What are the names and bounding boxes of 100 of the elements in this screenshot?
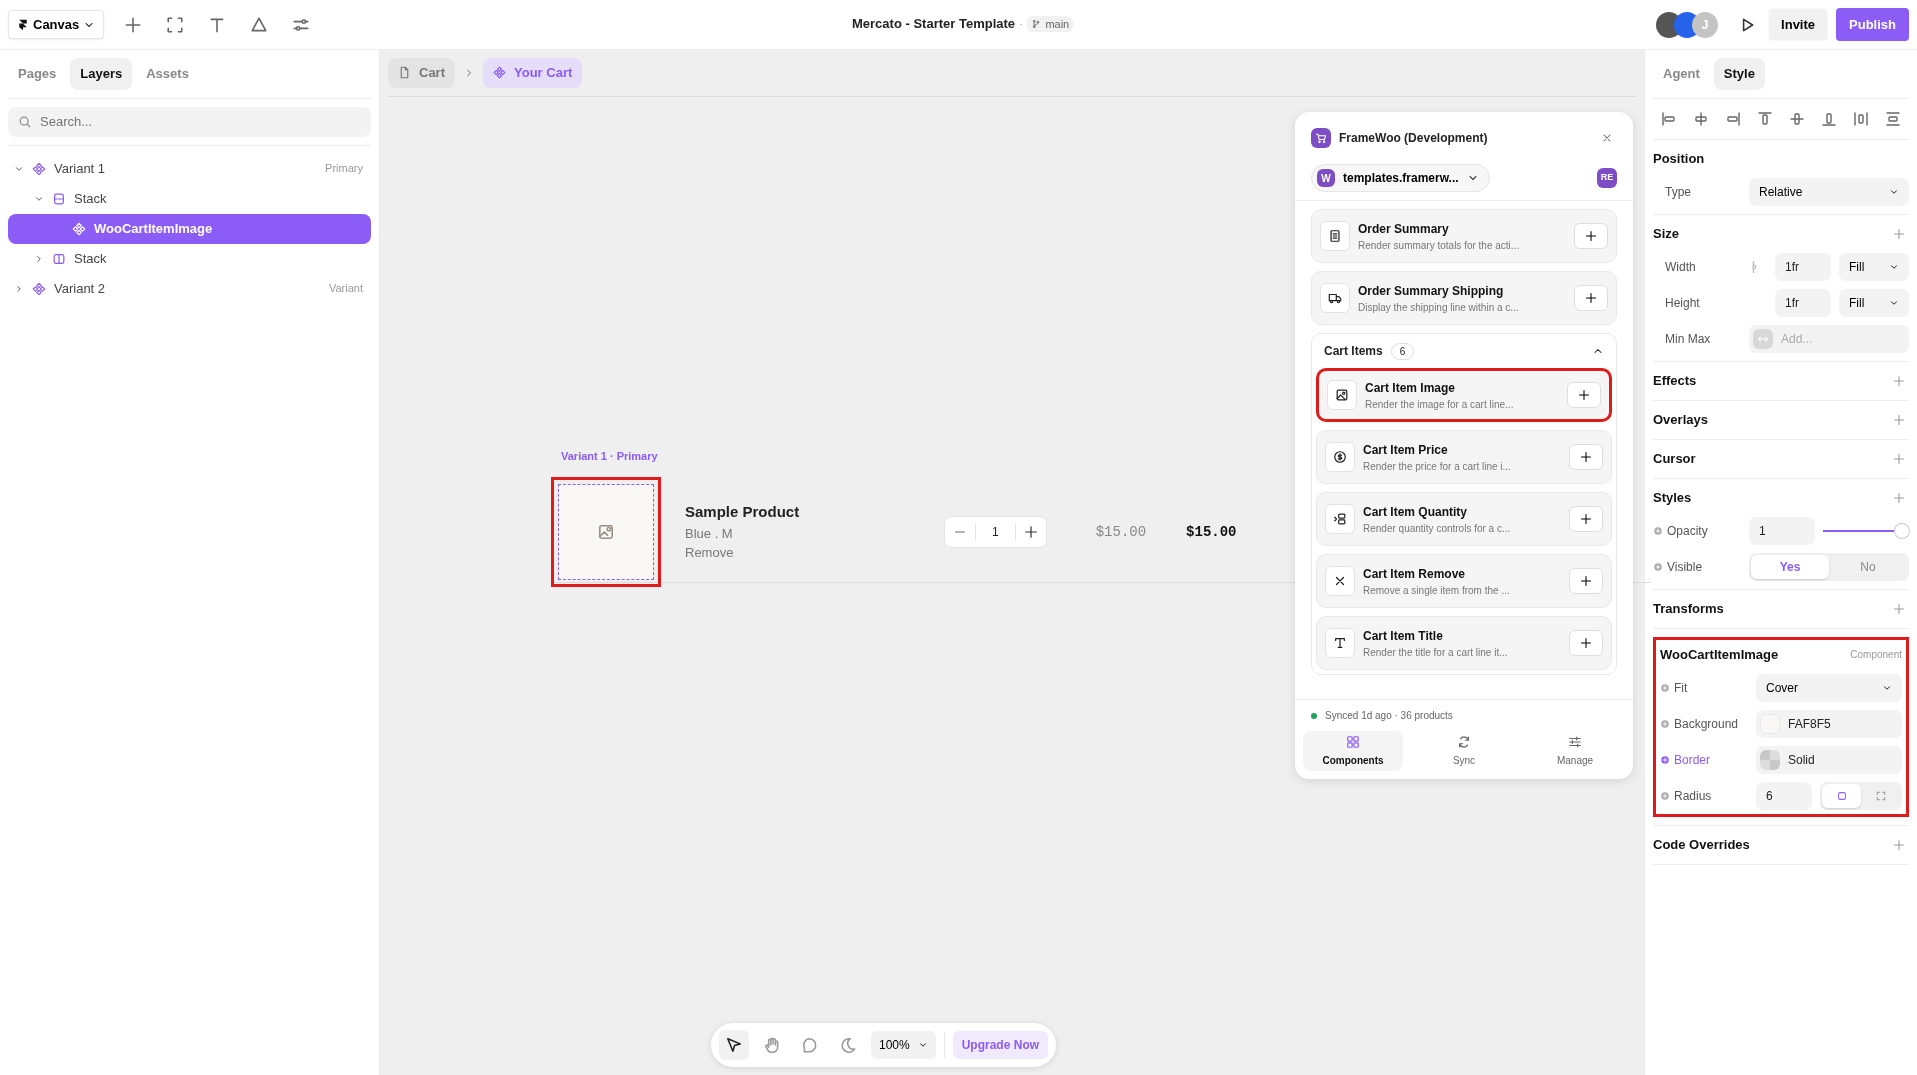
layer-row[interactable]: Variant 2 Variant [8,273,371,304]
plus-icon [1893,602,1905,615]
separator-dot: · [1019,15,1024,33]
plus-icon [1580,451,1592,463]
uniform-radius-icon [1835,789,1848,802]
sync-icon [1457,734,1471,749]
plus-circle-icon[interactable] [1660,790,1670,801]
plus-icon [1585,292,1597,304]
select-field[interactable]: Fill [1839,288,1909,317]
avatar: J [1692,11,1719,38]
chevron-down-icon [917,1040,928,1050]
align-right-icon [1725,110,1741,127]
select-field[interactable]: Cover [1756,673,1902,702]
property-label: Type [1665,183,1691,201]
component-icon [32,161,46,176]
section-title: WooCartItemImage [1660,645,1779,664]
panel-tab[interactable]: Pages [8,58,67,90]
upgrade-button[interactable]: Upgrade Now [952,1031,1049,1059]
plus-icon [124,15,143,34]
input-field[interactable]: 6 [1756,781,1812,810]
layer-tag: Primary [325,160,363,177]
panel-tab[interactable]: Style [1713,58,1765,90]
layer-row[interactable]: Stack [8,243,371,274]
input-field[interactable]: 1fr [1775,252,1831,281]
plugin-tab[interactable]: Sync [1414,731,1514,771]
panel-tab[interactable]: Agent [1653,58,1710,90]
component-description: Render the title for a cart line it... [1363,645,1509,660]
plugin-tab[interactable]: Components [1303,731,1403,771]
pointer-tool[interactable] [719,1030,749,1060]
close-icon [1333,574,1347,588]
plus-icon [1893,413,1905,426]
layer-row[interactable]: WooCartItemImage [8,213,371,244]
chevron-right-icon [34,253,44,264]
plugin-tab[interactable]: Manage [1525,731,1625,771]
add-button[interactable] [1569,506,1603,532]
plus-icon [1585,230,1597,242]
branch-tag[interactable]: main [1027,15,1074,32]
segment-option[interactable]: Yes [1751,554,1829,579]
uniform-radius-toggle[interactable] [1822,783,1861,808]
plus-icon [1893,491,1905,504]
color-field[interactable]: FAF8F5 [1756,709,1902,738]
select-field[interactable]: Relative [1749,177,1909,206]
add-button[interactable] [1574,285,1608,311]
add-button[interactable] [1569,568,1603,594]
chevron-right-icon [14,283,24,294]
panel-tab[interactable]: Assets [136,58,199,90]
quantity-stepper[interactable]: 1 [945,517,1046,547]
document-icon [1328,229,1342,243]
plus-circle-icon[interactable] [1660,682,1670,693]
input-field[interactable]: 1fr [1775,288,1831,317]
add-button[interactable] [1569,630,1603,656]
add-button[interactable] [1569,444,1603,470]
border-field[interactable]: Solid [1756,745,1902,774]
component-title: Cart Item Quantity [1363,503,1468,521]
sliders-icon [1568,734,1582,749]
zoom-dropdown[interactable]: 100% [871,1031,936,1059]
property-label: Fit [1674,679,1688,697]
plus-circle-icon[interactable] [1660,754,1670,765]
align-middle-icon [1789,110,1805,127]
breadcrumb-item[interactable]: Cart [388,58,455,88]
site-dropdown[interactable]: W templates.framerw... [1311,164,1490,192]
plus-icon [1580,637,1592,649]
plus-circle-icon[interactable] [1653,525,1663,536]
dollar-icon [1333,450,1347,464]
property-label: Opacity [1667,522,1708,540]
individual-corners-icon [1874,789,1887,802]
component-title: Cart Item Remove [1363,565,1467,583]
plus-icon [1893,452,1905,465]
plus-circle-icon[interactable] [1660,718,1670,729]
section-title: Overlays [1653,410,1708,429]
layer-row[interactable]: Variant 1 Primary [8,153,371,184]
plus-icon [1580,575,1592,587]
plus-circle-icon[interactable] [1653,561,1663,572]
sync-status: Synced 1d ago · 36 products [1325,709,1453,723]
plugin-title: FrameWoo (Development) [1339,130,1488,147]
component-description: Display the shipping line within a c... [1358,300,1520,315]
plus-icon [1578,389,1590,401]
add-button[interactable] [1574,223,1608,249]
select-field[interactable]: Fill [1839,252,1909,281]
plus-icon [1893,227,1905,240]
property-label: Min Max [1665,330,1711,348]
panel-tab[interactable]: Layers [70,58,133,90]
search-field[interactable]: Search... [8,106,371,137]
distribute-horizontal-icon [1853,110,1869,127]
user-avatar[interactable]: RE [1597,168,1617,188]
text-icon [1333,636,1347,650]
remove-link[interactable]: Remove [685,543,885,563]
invite-button[interactable]: Invite [1768,7,1829,42]
component-description: Remove a single item from the ... [1363,583,1511,598]
align-left-icon [1661,110,1677,127]
input-field[interactable]: 1 [1749,516,1815,545]
group-header[interactable]: Cart Items 6 [1316,334,1612,360]
align-bottom-icon [1821,110,1837,127]
layer-row[interactable]: Stack [8,183,371,214]
section-title: Transforms [1653,599,1724,618]
align-center-icon [1693,110,1709,127]
add-button[interactable] [1567,382,1601,408]
image-icon [597,523,615,541]
publish-button[interactable]: Publish [1836,7,1909,42]
canvas-menu-button[interactable]: Canvas [8,9,105,40]
